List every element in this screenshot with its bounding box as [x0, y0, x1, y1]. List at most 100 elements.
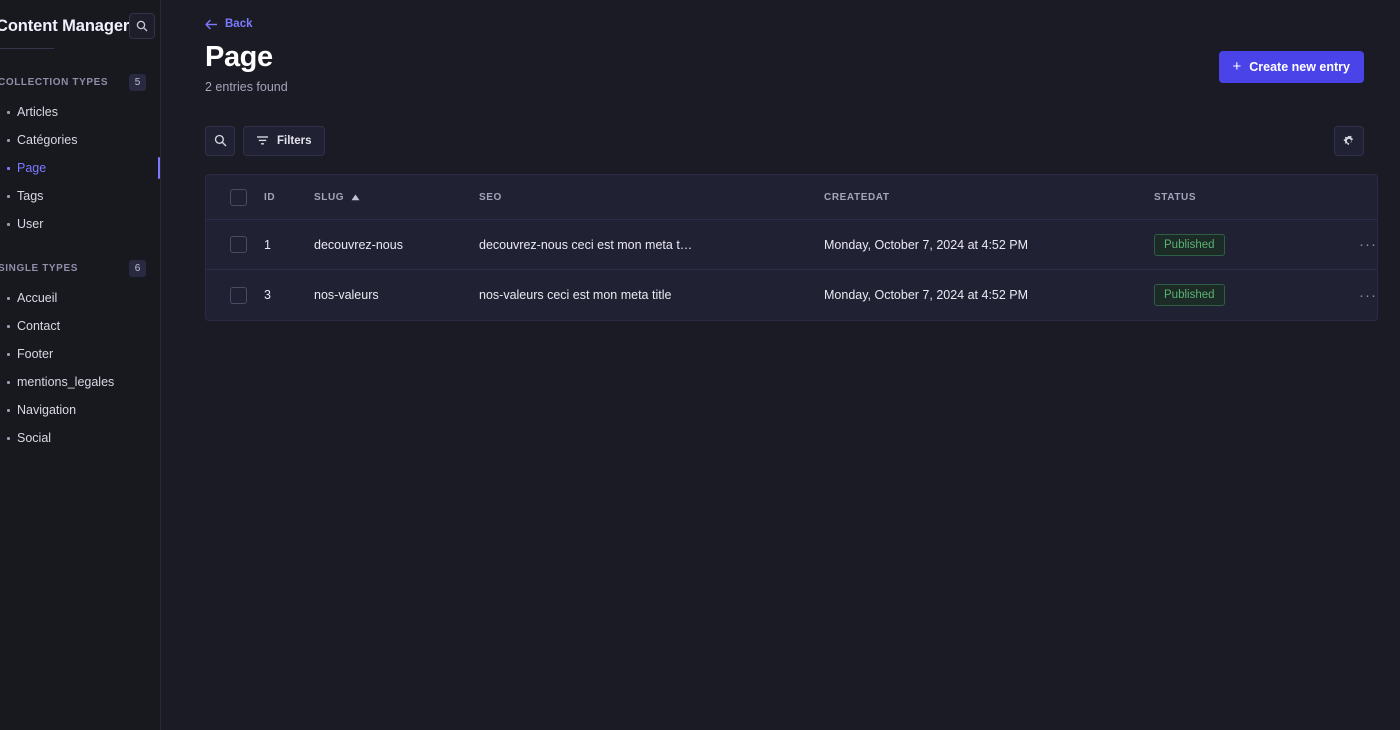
table-settings-button[interactable] — [1334, 125, 1364, 156]
bullet-icon — [7, 352, 10, 356]
sidebar-title: Content Manager — [0, 16, 130, 35]
cell-actions: ··· — [1339, 270, 1377, 320]
sidebar-item-categories[interactable]: Catégories — [0, 126, 160, 154]
sort-ascending-icon — [351, 194, 360, 200]
column-header-slug[interactable]: SLUG — [314, 174, 479, 221]
row-select-cell — [206, 270, 264, 320]
main-content: Back Page 2 entries found + Create new e… — [161, 0, 1400, 730]
row-more-actions-button[interactable]: ··· — [1359, 288, 1377, 303]
search-button[interactable] — [205, 125, 235, 156]
sidebar-item-label: Catégories — [17, 133, 78, 147]
sidebar-section-count: 5 — [129, 73, 146, 91]
bullet-icon — [7, 324, 10, 328]
page-header: Page 2 entries found + Create new entry — [161, 30, 1400, 94]
cell-status: Published — [1154, 270, 1339, 320]
filters-label: Filters — [277, 134, 312, 147]
sidebar-item-label: Articles — [17, 105, 58, 119]
select-all-header — [206, 174, 264, 221]
table-toolbar: Filters — [161, 125, 1400, 156]
sidebar-single-list: Accueil Contact Footer mentions_legales … — [0, 284, 160, 452]
column-header-id[interactable]: ID — [264, 174, 314, 221]
column-header-actions — [1339, 174, 1377, 221]
bullet-icon — [7, 110, 10, 114]
sidebar: Content Manager COLLECTION TYPES 5 Artic… — [0, 0, 161, 730]
sidebar-item-tags[interactable]: Tags — [0, 182, 160, 210]
cell-slug: nos-valeurs — [314, 288, 379, 303]
column-header-slug-label: SLUG — [314, 191, 345, 203]
sidebar-section-title: SINGLE TYPES — [0, 262, 78, 274]
entries-table-panel: ID SLUG SEO CREATEDAT STATUS 1 decouvrez… — [205, 173, 1378, 321]
filter-icon — [257, 136, 268, 145]
row-checkbox[interactable] — [230, 236, 247, 254]
column-header-status[interactable]: STATUS — [1154, 174, 1339, 221]
sidebar-item-label: Social — [17, 431, 52, 445]
sidebar-section-count: 6 — [129, 259, 146, 277]
toolbar-left-group: Filters — [205, 125, 325, 156]
back-label: Back — [225, 18, 253, 30]
create-new-entry-label: Create new entry — [1249, 60, 1350, 74]
cell-createdat: Monday, October 7, 2024 at 4:52 PM — [824, 219, 1154, 271]
bullet-icon — [7, 408, 10, 412]
bullet-icon — [7, 138, 10, 142]
sidebar-header: Content Manager — [0, 0, 160, 52]
sort-header-slug[interactable]: SLUG — [314, 192, 360, 203]
sidebar-item-articles[interactable]: Articles — [0, 98, 160, 126]
row-checkbox[interactable] — [230, 286, 247, 304]
sidebar-item-label: Footer — [17, 347, 54, 361]
sidebar-section-header: SINGLE TYPES 6 — [0, 258, 160, 278]
sidebar-section-collection-types: COLLECTION TYPES 5 Articles Catégories P… — [0, 72, 160, 238]
table-header-row: ID SLUG SEO CREATEDAT STATUS — [206, 174, 1377, 221]
sidebar-item-accueil[interactable]: Accueil — [0, 284, 160, 312]
sidebar-item-label: mentions_legales — [17, 375, 115, 389]
table-row[interactable]: 3 nos-valeurs nos-valeurs ceci est mon m… — [206, 270, 1377, 320]
bullet-icon — [7, 436, 10, 440]
cell-id: 1 — [264, 219, 314, 271]
bullet-icon — [7, 222, 10, 226]
sidebar-divider — [0, 48, 54, 49]
bullet-icon — [7, 166, 10, 170]
cell-actions: ··· — [1339, 219, 1377, 271]
cell-createdat: Monday, October 7, 2024 at 4:52 PM — [824, 288, 1029, 303]
sidebar-item-footer[interactable]: Footer — [0, 340, 160, 368]
create-new-entry-button[interactable]: + Create new entry — [1218, 51, 1364, 83]
filters-button[interactable]: Filters — [243, 125, 325, 156]
sidebar-section-header: COLLECTION TYPES 5 — [0, 72, 160, 92]
page-header-text: Page 2 entries found — [205, 41, 288, 94]
sidebar-item-navigation[interactable]: Navigation — [0, 396, 160, 424]
sidebar-item-page[interactable]: Page — [0, 154, 160, 182]
sidebar-item-user[interactable]: User — [0, 210, 160, 238]
status-badge: Published — [1154, 233, 1225, 256]
cell-status: Published — [1154, 219, 1339, 271]
sidebar-item-contact[interactable]: Contact — [0, 312, 160, 340]
select-all-checkbox[interactable] — [230, 188, 247, 206]
table-body: 1 decouvrez-nous decouvrez-nous ceci est… — [206, 219, 1377, 320]
search-icon — [214, 135, 226, 147]
sidebar-item-label: Accueil — [17, 291, 58, 305]
cell-seo: decouvrez-nous ceci est mon meta t… — [479, 219, 824, 271]
column-header-createdat[interactable]: CREATEDAT — [824, 174, 1154, 221]
sidebar-item-label: Contact — [17, 319, 61, 333]
sidebar-section-title: COLLECTION TYPES — [0, 76, 109, 88]
bullet-icon — [7, 296, 10, 300]
sidebar-collection-list: Articles Catégories Page Tags User — [0, 98, 160, 238]
cell-id: 3 — [264, 288, 271, 303]
search-icon — [137, 20, 148, 32]
sidebar-item-label: Tags — [17, 189, 44, 203]
back-link[interactable]: Back — [161, 0, 253, 30]
table-row[interactable]: 1 decouvrez-nous decouvrez-nous ceci est… — [206, 219, 1377, 271]
sidebar-item-label: User — [17, 217, 44, 231]
entries-table: ID SLUG SEO CREATEDAT STATUS 1 decouvrez… — [206, 174, 1377, 320]
column-header-seo[interactable]: SEO — [479, 174, 824, 221]
sidebar-section-single-types: SINGLE TYPES 6 Accueil Contact Footer me… — [0, 258, 160, 452]
entries-count: 2 entries found — [205, 79, 288, 94]
sidebar-item-label: Navigation — [17, 403, 77, 417]
sidebar-search-button[interactable] — [129, 13, 156, 39]
status-badge: Published — [1154, 284, 1225, 307]
sidebar-item-mentions-legales[interactable]: mentions_legales — [0, 368, 160, 396]
plus-icon: + — [1232, 57, 1242, 75]
arrow-left-icon — [205, 19, 217, 29]
sidebar-item-social[interactable]: Social — [0, 424, 160, 452]
gear-icon — [1343, 135, 1353, 145]
sidebar-active-indicator — [158, 157, 160, 179]
row-more-actions-button[interactable]: ··· — [1359, 237, 1377, 252]
